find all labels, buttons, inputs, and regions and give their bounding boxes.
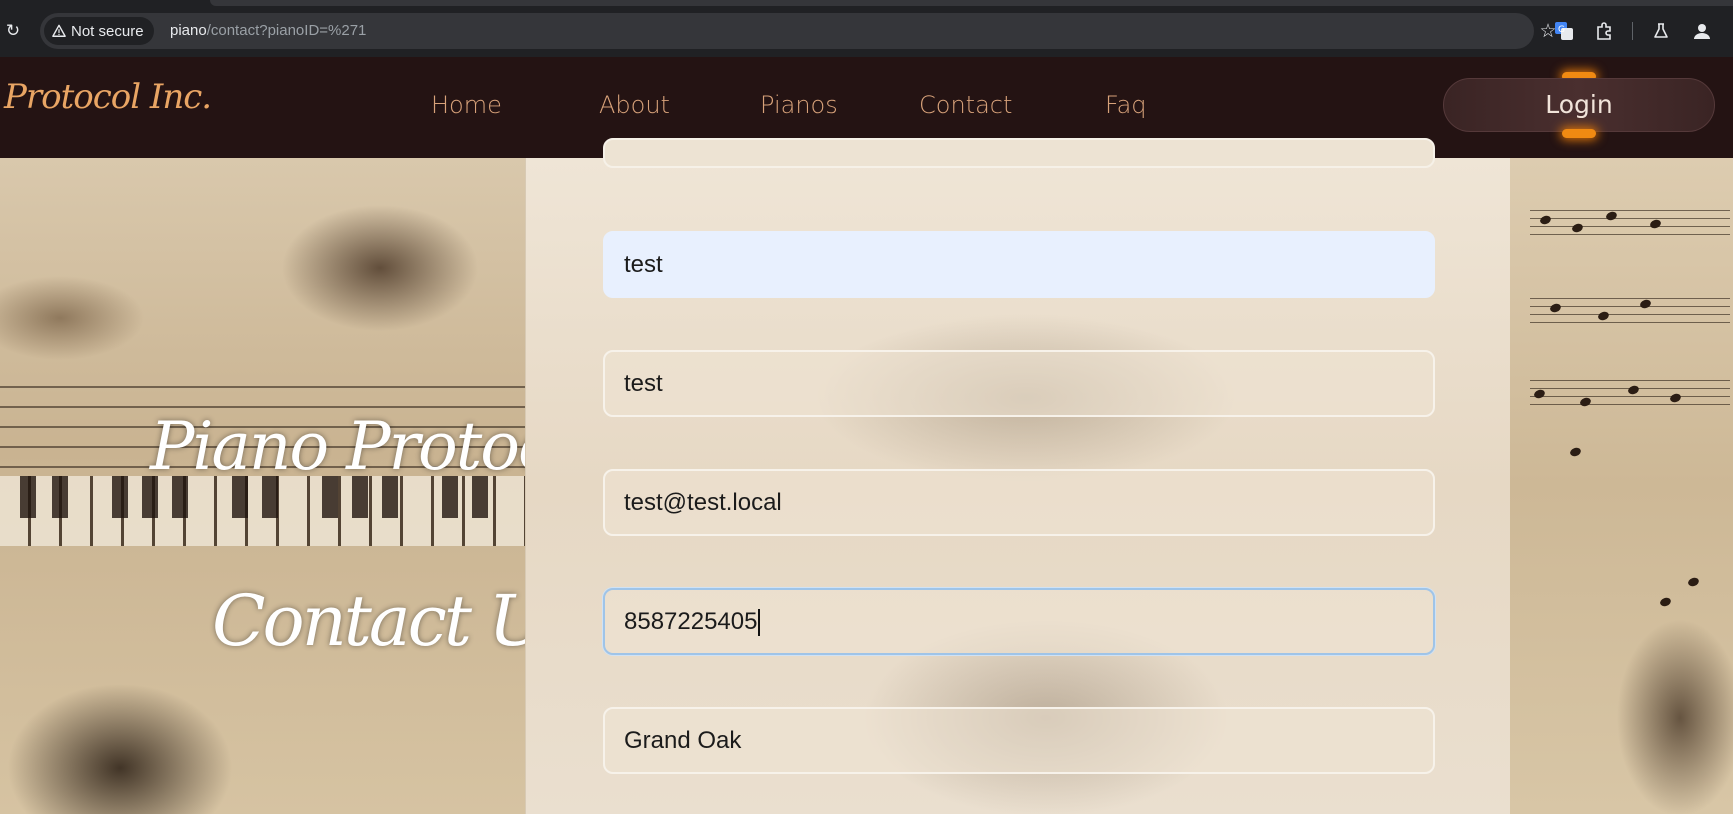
sheet-music-artwork-right bbox=[1510, 158, 1733, 814]
music-note bbox=[1538, 214, 1553, 226]
reload-icon[interactable]: ↻ bbox=[2, 20, 24, 42]
music-note bbox=[1658, 596, 1673, 608]
form-field-partial[interactable] bbox=[603, 138, 1435, 168]
nav-contact[interactable]: Contact bbox=[919, 91, 1012, 119]
staff-line bbox=[1530, 234, 1730, 235]
music-note bbox=[1568, 446, 1583, 458]
music-note bbox=[1596, 310, 1611, 322]
field-value: 8587225405 bbox=[624, 608, 758, 635]
url-path: /contact?pianoID=%271 bbox=[206, 22, 367, 39]
music-note bbox=[1626, 384, 1641, 396]
music-note bbox=[1668, 392, 1683, 404]
field-value: test bbox=[624, 251, 663, 278]
staff-line bbox=[1530, 314, 1730, 315]
staff-line bbox=[0, 386, 525, 388]
url-host: piano bbox=[170, 22, 207, 39]
music-note bbox=[1578, 396, 1593, 408]
nav-about[interactable]: About bbox=[599, 91, 670, 119]
login-glow-accent bbox=[1562, 129, 1596, 138]
staff-line bbox=[1530, 218, 1730, 219]
field-value: test@test.local bbox=[624, 489, 782, 516]
url-text[interactable]: piano/contact?pianoID=%271 bbox=[170, 13, 366, 49]
extensions-puzzle-icon[interactable] bbox=[1593, 20, 1615, 42]
security-label: Not secure bbox=[71, 22, 144, 40]
email-field[interactable]: test@test.local bbox=[603, 469, 1435, 536]
translate-icon[interactable]: G bbox=[1553, 20, 1575, 42]
text-caret bbox=[758, 609, 761, 637]
site-logo[interactable]: Protocol Inc. bbox=[4, 77, 212, 117]
music-note bbox=[1648, 218, 1663, 230]
address-bar[interactable]: Not secure piano/contact?pianoID=%271 ☆ bbox=[40, 13, 1557, 49]
staff-line bbox=[1530, 404, 1730, 405]
field-value: test bbox=[624, 370, 663, 397]
music-note bbox=[1570, 222, 1585, 234]
contact-form-panel: test test test@test.local 8587225405 Gra… bbox=[525, 138, 1510, 814]
nav-home[interactable]: Home bbox=[431, 91, 502, 119]
nav-pianos[interactable]: Pianos bbox=[760, 91, 838, 119]
staff-line bbox=[1530, 322, 1730, 323]
login-button[interactable]: Login bbox=[1443, 78, 1715, 132]
profile-avatar-icon[interactable] bbox=[1691, 20, 1713, 42]
music-note bbox=[1686, 576, 1701, 588]
toolbar-divider bbox=[1632, 22, 1633, 40]
hero-title: Piano Protocol Inc bbox=[150, 408, 525, 485]
piano-black-key bbox=[112, 476, 128, 518]
phone-field[interactable]: 8587225405 bbox=[603, 588, 1435, 655]
piano-black-key bbox=[20, 476, 36, 518]
nav-faq[interactable]: Faq bbox=[1105, 91, 1147, 119]
hero-subtitle: Contact Us bbox=[212, 580, 525, 662]
staff-line bbox=[1530, 298, 1730, 299]
music-note bbox=[1532, 388, 1547, 400]
security-indicator[interactable]: Not secure bbox=[44, 17, 154, 45]
warning-icon bbox=[52, 24, 66, 37]
staff-line bbox=[1530, 226, 1730, 227]
music-note bbox=[1604, 210, 1619, 222]
staff-line bbox=[1530, 396, 1730, 397]
sheet-music-artwork-left: Piano Protocol Inc Contact Us bbox=[0, 158, 525, 814]
browser-toolbar: ↻ Not secure piano/contact?pianoID=%271 … bbox=[0, 0, 1733, 57]
staff-line bbox=[1530, 380, 1730, 381]
field-value: Grand Oak bbox=[624, 727, 742, 754]
staff-line bbox=[1530, 210, 1730, 211]
music-note bbox=[1548, 302, 1563, 314]
labs-flask-icon[interactable] bbox=[1650, 20, 1672, 42]
form-field-1[interactable]: test bbox=[603, 231, 1435, 298]
tab-strip bbox=[210, 0, 1733, 6]
piano-black-key bbox=[52, 476, 68, 518]
svg-text:G: G bbox=[1558, 25, 1565, 35]
form-field-2[interactable]: test bbox=[603, 350, 1435, 417]
piano-model-field[interactable]: Grand Oak bbox=[603, 707, 1435, 774]
page-body: Piano Protocol Inc Contact Us test test … bbox=[0, 138, 1733, 814]
music-note bbox=[1638, 298, 1653, 310]
